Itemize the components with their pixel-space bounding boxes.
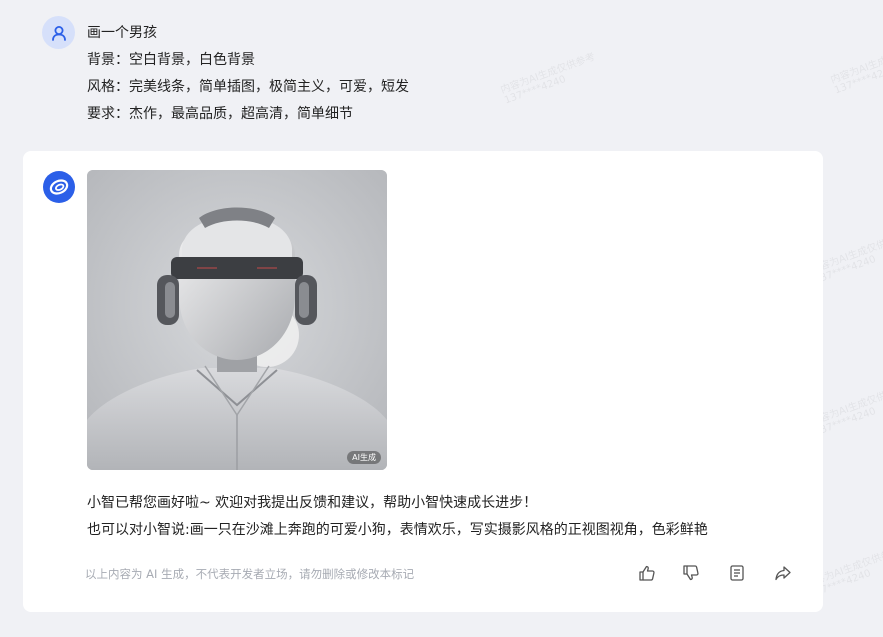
assistant-avatar (43, 171, 75, 203)
user-icon (51, 25, 66, 41)
share-icon (775, 566, 791, 581)
thumbs-down-icon (683, 565, 699, 581)
generated-image[interactable]: AI生成 (87, 170, 387, 470)
user-prompt: 画一个男孩 背景：空白背景，白色背景 风格：完美线条，简单插图，极简主义，可爱，… (87, 20, 587, 128)
prompt-line: 要求：杰作，最高品质，超高清，简单细节 (87, 106, 353, 122)
copy-button[interactable] (725, 561, 749, 585)
like-button[interactable] (635, 561, 659, 585)
user-avatar (42, 16, 75, 49)
assistant-logo-icon (49, 179, 69, 195)
thumbs-up-icon (639, 565, 655, 581)
share-button[interactable] (771, 561, 795, 585)
message-actions (635, 561, 805, 587)
robot-figure-illustration (87, 170, 387, 470)
prompt-line: 风格：完美线条，简单插图，极简主义，可爱，短发 (87, 79, 409, 95)
prompt-line: 画一个男孩 (87, 25, 157, 41)
watermark: 内容为AI生成仅供参考137****4240 (829, 41, 883, 97)
assistant-reply: 小智已帮您画好啦~ 欢迎对我提出反馈和建议，帮助小智快速成长进步！ 也可以对小智… (87, 490, 807, 544)
ai-disclaimer: 以上内容为 AI 生成，不代表开发者立场，请勿删除或修改本标记 (85, 567, 415, 581)
prompt-line: 背景：空白背景，白色背景 (87, 52, 255, 68)
ai-generated-badge: AI生成 (347, 451, 381, 464)
reply-line: 小智已帮您画好啦~ 欢迎对我提出反馈和建议，帮助小智快速成长进步！ (87, 495, 538, 511)
copy-icon (730, 565, 744, 581)
assistant-message-card: AI生成 小智已帮您画好啦~ 欢迎对我提出反馈和建议，帮助小智快速成长进步！ 也… (23, 151, 823, 612)
suggestion-line[interactable]: 也可以对小智说:画一只在沙滩上奔跑的可爱小狗，表情欢乐，写实摄影风格的正视图视角… (87, 517, 807, 544)
dislike-button[interactable] (679, 561, 703, 585)
